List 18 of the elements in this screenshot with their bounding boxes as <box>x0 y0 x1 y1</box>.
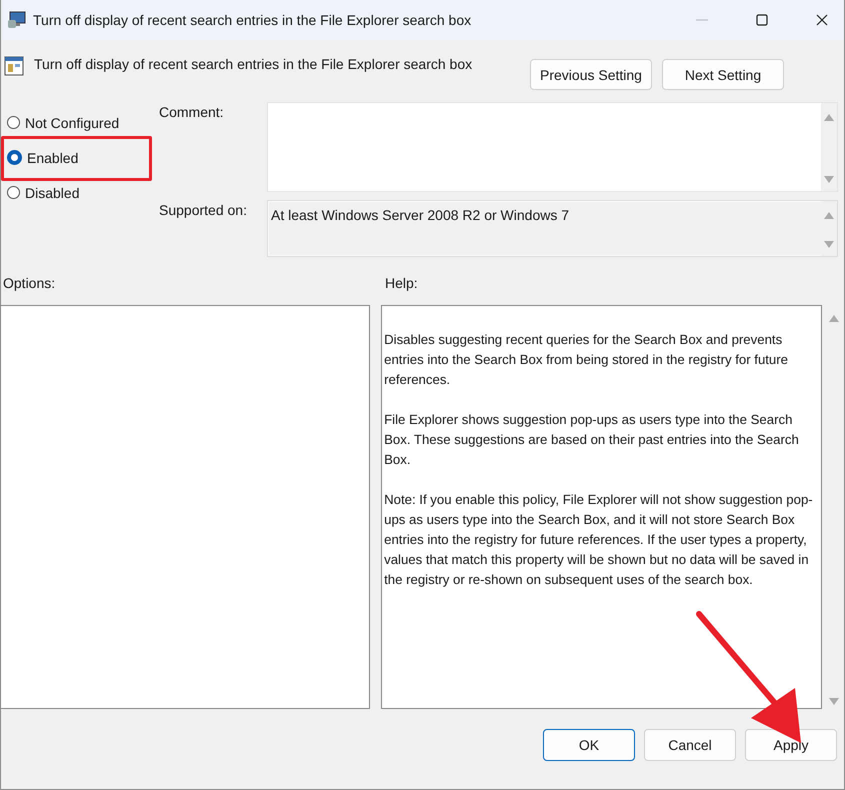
radio-option[interactable]: Enabled <box>7 147 159 168</box>
nav-button[interactable]: Previous Setting <box>530 59 652 90</box>
dialog-button[interactable]: Apply <box>745 729 837 761</box>
dialog-button[interactable]: Cancel <box>644 729 736 761</box>
supported-value: At least Windows Server 2008 R2 or Windows 7 <box>270 206 570 225</box>
policy-title: Turn off display of recent search entries in the File Explorer search box <box>34 56 472 72</box>
help-paragraph: File Explorer shows suggestion pop-ups as users type into the Search Box. These suggestions are based on their past entries into the Search Box. <box>384 411 800 469</box>
help-label: Help: <box>385 275 418 293</box>
radio-option[interactable]: Not Configured <box>7 112 159 133</box>
supported-label: Supported on: <box>159 201 248 218</box>
options-label: Options: <box>3 275 56 293</box>
help-paragraph: Disables suggesting recent queries for the Search Box and prevents entries into the Search Box from being stored in the registry for future references. <box>384 331 789 389</box>
radio-option[interactable]: Disabled <box>7 182 159 203</box>
help-paragraph: Note: If you enable this policy, File Explorer will not show suggestion pop-ups as users type into the Search Box, and it will not store Search Box entries into the registry for future references. If the user types a property, values that match this property will be shown but no data will be saved in the registry or re-shown on subsequent uses of the search box. <box>384 491 814 589</box>
dialog-button[interactable]: OK <box>543 729 635 761</box>
window-title: Turn off display of recent search entries in the File Explorer search box <box>33 12 472 28</box>
nav-button[interactable]: Next Setting <box>662 59 784 90</box>
comment-label: Comment: <box>159 103 225 120</box>
